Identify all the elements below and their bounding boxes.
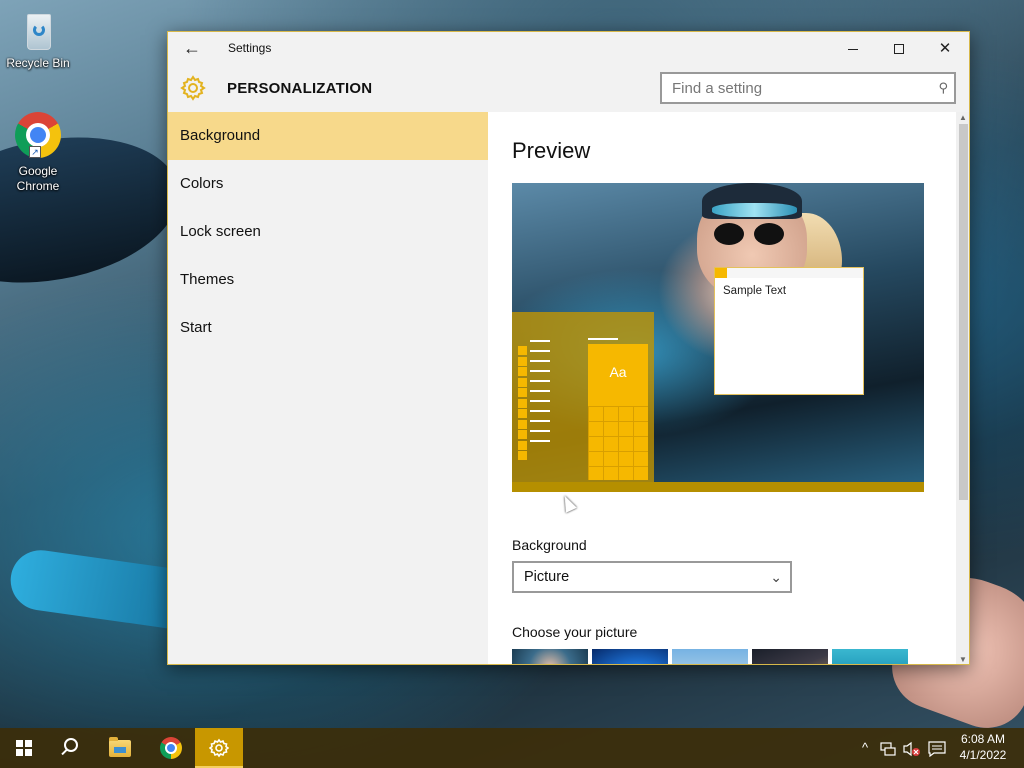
preview-window: Sample Text: [714, 267, 864, 395]
chevron-down-icon: ⌄: [770, 569, 782, 585]
picture-thumbnail[interactable]: [592, 649, 668, 664]
start-button[interactable]: [0, 728, 48, 768]
shortcut-arrow-icon: ↗: [29, 146, 41, 158]
chrome-icon: [160, 737, 182, 759]
sidebar-item-start[interactable]: Start: [168, 304, 488, 352]
gear-icon: [180, 75, 206, 101]
maximize-button[interactable]: [876, 32, 922, 65]
close-icon: ✕: [938, 40, 952, 57]
desktop-icon-recycle-bin[interactable]: Recycle Bin: [0, 8, 76, 71]
sidebar-item-label: Colors: [180, 175, 224, 192]
chevron-up-icon: ^: [861, 740, 869, 755]
sidebar-item-themes[interactable]: Themes: [168, 256, 488, 304]
preview-tile-text: Aa: [609, 364, 627, 380]
volume-button[interactable]: [901, 728, 923, 768]
network-button[interactable]: [877, 728, 899, 768]
close-button[interactable]: ✕: [922, 32, 968, 65]
scroll-down-icon[interactable]: ▼: [956, 654, 969, 664]
picture-thumbnail[interactable]: [672, 649, 748, 664]
taskbar: ^ 6:08 AM 4/1/2022: [0, 728, 1024, 768]
sidebar-item-background[interactable]: Background: [168, 112, 488, 160]
scroll-up-icon[interactable]: ▲: [956, 112, 969, 124]
sidebar-item-label: Start: [180, 319, 212, 336]
background-dropdown[interactable]: Picture ⌄: [512, 561, 792, 593]
picture-thumbnail[interactable]: [512, 649, 588, 664]
taskbar-file-explorer[interactable]: [97, 728, 145, 768]
background-label: Background: [512, 537, 587, 553]
scrollbar-thumb[interactable]: [959, 124, 968, 500]
title-bar: ← Settings ✕: [168, 32, 969, 65]
dropdown-value: Picture: [524, 569, 570, 585]
main-content: Preview Aa Sample Text Background Pictur…: [488, 112, 956, 664]
sidebar-item-label: Themes: [180, 271, 235, 288]
preview-heading: Preview: [512, 138, 591, 163]
volume-muted-icon: [903, 741, 920, 756]
taskbar-search-button[interactable]: [48, 728, 96, 768]
preview-image-detail: [714, 223, 788, 245]
picture-thumbnail[interactable]: [832, 649, 908, 664]
start-icon: [16, 740, 32, 756]
preview-sample-text: Sample Text: [723, 285, 787, 297]
sidebar-item-colors[interactable]: Colors: [168, 160, 488, 208]
picture-thumbnail[interactable]: [752, 649, 828, 664]
taskbar-settings[interactable]: [195, 728, 243, 768]
search-icon[interactable]: ⚲: [938, 80, 948, 96]
clock-date: 4/1/2022: [959, 748, 1007, 762]
settings-window: ← Settings ✕ PERSONALIZATION ⚲ Backgroun…: [167, 31, 970, 665]
search-input[interactable]: [672, 74, 922, 102]
settings-header: PERSONALIZATION ⚲: [168, 65, 969, 112]
search-box[interactable]: ⚲: [660, 72, 956, 104]
notifications-icon: [928, 740, 946, 757]
sidebar-item-label: Lock screen: [180, 223, 261, 240]
file-explorer-icon: [109, 737, 131, 757]
background-preview: Aa Sample Text: [512, 183, 924, 492]
preview-image-detail: [702, 183, 802, 219]
search-icon: [64, 738, 78, 752]
content-scrollbar[interactable]: ▲ ▼: [956, 112, 969, 664]
page-title: PERSONALIZATION: [227, 80, 373, 97]
sidebar: Background Colors Lock screen Themes Sta…: [168, 112, 488, 664]
taskbar-clock[interactable]: 6:08 AM 4/1/2022: [952, 731, 1014, 763]
desktop-icon-label: Google Chrome: [16, 164, 60, 193]
minimize-icon: [848, 48, 858, 50]
sidebar-item-label: Background: [180, 127, 261, 144]
show-hidden-icons[interactable]: ^: [855, 728, 875, 768]
desktop-icon-google-chrome[interactable]: ↗ Google Chrome: [0, 112, 76, 194]
recycle-bin-icon: [19, 8, 57, 54]
network-icon: [880, 741, 896, 756]
picture-thumbnails: [512, 649, 912, 664]
choose-picture-label: Choose your picture: [512, 624, 638, 640]
back-arrow-icon[interactable]: ←: [180, 38, 204, 60]
maximize-icon: [894, 44, 904, 55]
window-title: Settings: [228, 41, 272, 55]
preview-tile: Aa: [588, 338, 648, 480]
preview-start-menu: Aa: [512, 312, 654, 492]
desktop-icon-label: Recycle Bin: [6, 56, 70, 70]
taskbar-chrome[interactable]: [147, 728, 195, 768]
minimize-button[interactable]: [830, 32, 876, 65]
action-center-button[interactable]: [924, 728, 950, 768]
sidebar-item-lock-screen[interactable]: Lock screen: [168, 208, 488, 256]
clock-time: 6:08 AM: [960, 732, 1006, 746]
preview-taskbar: [512, 482, 924, 492]
settings-icon: [209, 738, 229, 758]
